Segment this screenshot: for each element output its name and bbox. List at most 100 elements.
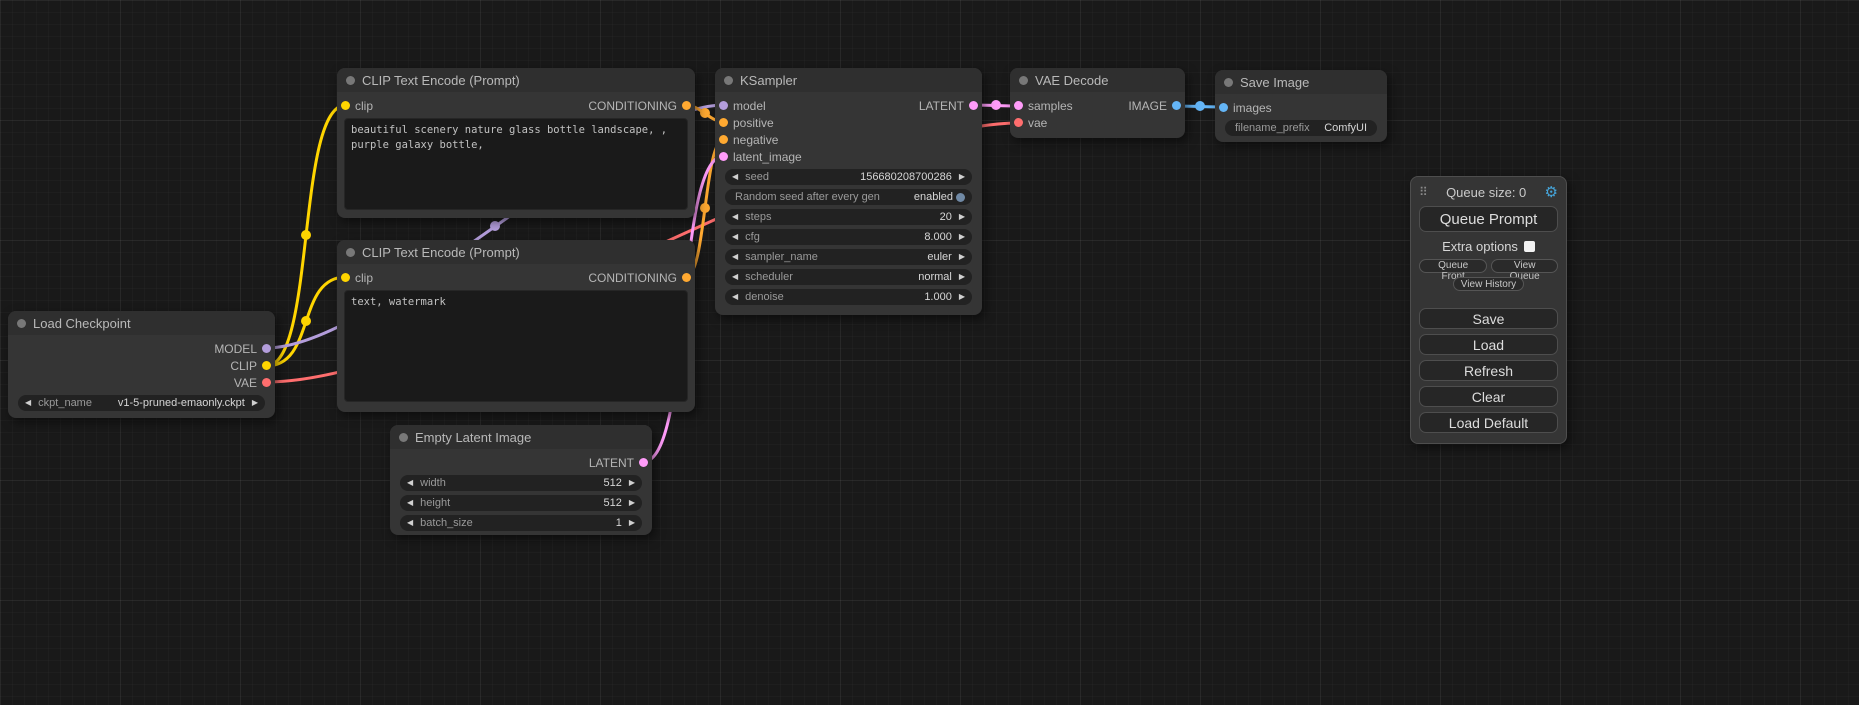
slot-dot-clip-input[interactable]	[341, 101, 350, 110]
slot-dot-samples-input[interactable]	[1014, 101, 1023, 110]
widget-label: Random seed after every gen	[735, 191, 880, 203]
load-button[interactable]: Load	[1419, 334, 1558, 355]
slot-dot-images-input[interactable]	[1219, 103, 1228, 112]
slot-dot-negative-input[interactable]	[719, 135, 728, 144]
decrement-arrow-icon[interactable]: ◀	[732, 269, 738, 285]
node-title-bar[interactable]: CLIP Text Encode (Prompt)	[337, 240, 695, 264]
increment-arrow-icon[interactable]: ▶	[959, 249, 965, 265]
slot-dot-latent[interactable]	[639, 458, 648, 467]
slot-dot-model[interactable]	[262, 344, 271, 353]
widget-filename-prefix[interactable]: filename_prefix ComfyUI	[1225, 120, 1377, 136]
node-title-bar[interactable]: Empty Latent Image	[390, 425, 652, 449]
view-history-button[interactable]: View History	[1453, 277, 1524, 291]
prompt-textarea[interactable]: beautiful scenery nature glass bottle la…	[344, 118, 688, 210]
settings-gear-icon[interactable]: ⚙	[1545, 183, 1558, 201]
increment-arrow-icon[interactable]: ▶	[959, 209, 965, 225]
node-title-bar[interactable]: VAE Decode	[1010, 68, 1185, 92]
widget-value: v1-5-pruned-emaonly.ckpt	[118, 397, 245, 409]
input-slot-latent-image: latent_image	[715, 148, 982, 165]
slot-dot-model-input[interactable]	[719, 101, 728, 110]
save-button[interactable]: Save	[1419, 308, 1558, 329]
decrement-arrow-icon[interactable]: ◀	[407, 515, 413, 531]
view-queue-button[interactable]: View Queue	[1491, 259, 1558, 273]
slot-dot-conditioning-output[interactable]	[682, 101, 691, 110]
decrement-arrow-icon[interactable]: ◀	[732, 169, 738, 185]
slot-dot-clip-input[interactable]	[341, 273, 350, 282]
decrement-arrow-icon[interactable]: ◀	[407, 495, 413, 511]
refresh-button[interactable]: Refresh	[1419, 360, 1558, 381]
increment-arrow-icon[interactable]: ▶	[959, 269, 965, 285]
node-clip-text-encode-negative[interactable]: CLIP Text Encode (Prompt) clip CONDITION…	[337, 240, 695, 412]
decrement-arrow-icon[interactable]: ◀	[732, 229, 738, 245]
slot-dot-positive-input[interactable]	[719, 118, 728, 127]
widget-value: 512	[603, 477, 621, 489]
increment-arrow-icon[interactable]: ▶	[629, 515, 635, 531]
widget-random-seed-toggle[interactable]: Random seed after every gen enabled	[725, 189, 972, 205]
extra-options-checkbox[interactable]	[1524, 241, 1535, 252]
toggle-indicator-icon[interactable]	[956, 193, 965, 202]
increment-arrow-icon[interactable]: ▶	[629, 495, 635, 511]
node-title: KSampler	[740, 73, 797, 88]
decrement-arrow-icon[interactable]: ◀	[407, 475, 413, 491]
collapse-dot-icon[interactable]	[346, 248, 355, 257]
node-title-bar[interactable]: KSampler	[715, 68, 982, 92]
widget-denoise[interactable]: ◀ denoise 1.000 ▶	[725, 289, 972, 305]
increment-arrow-icon[interactable]: ▶	[959, 169, 965, 185]
widget-seed[interactable]: ◀ seed 156680208700286 ▶	[725, 169, 972, 185]
slot-dot-clip[interactable]	[262, 361, 271, 370]
link-midpoint-dot	[301, 230, 311, 240]
widget-width[interactable]: ◀ width 512 ▶	[400, 475, 642, 491]
increment-arrow-icon[interactable]: ▶	[252, 395, 258, 411]
slot-dot-latent-output[interactable]	[969, 101, 978, 110]
slot-dot-vae[interactable]	[262, 378, 271, 387]
slot-label: clip	[355, 271, 373, 285]
widget-cfg[interactable]: ◀ cfg 8.000 ▶	[725, 229, 972, 245]
widget-batch-size[interactable]: ◀ batch_size 1 ▶	[400, 515, 642, 531]
queue-prompt-button[interactable]: Queue Prompt	[1419, 206, 1558, 232]
widget-sampler-name[interactable]: ◀ sampler_name euler ▶	[725, 249, 972, 265]
drag-handle-icon[interactable]: ⠿	[1419, 185, 1428, 199]
widget-scheduler[interactable]: ◀ scheduler normal ▶	[725, 269, 972, 285]
increment-arrow-icon[interactable]: ▶	[959, 229, 965, 245]
widget-ckpt-name[interactable]: ◀ ckpt_name v1-5-pruned-emaonly.ckpt ▶	[18, 395, 265, 411]
node-empty-latent-image[interactable]: Empty Latent Image LATENT ◀ width 512 ▶ …	[390, 425, 652, 535]
collapse-dot-icon[interactable]	[724, 76, 733, 85]
node-ksampler[interactable]: KSampler model LATENT positive negative …	[715, 68, 982, 315]
prompt-textarea[interactable]: text, watermark	[344, 290, 688, 402]
increment-arrow-icon[interactable]: ▶	[959, 289, 965, 305]
input-slot-negative: negative	[715, 131, 982, 148]
increment-arrow-icon[interactable]: ▶	[629, 475, 635, 491]
widget-value: euler	[927, 251, 951, 263]
slot-row: samples IMAGE	[1010, 97, 1185, 114]
node-title-bar[interactable]: Load Checkpoint	[8, 311, 275, 335]
slot-label: images	[1233, 101, 1272, 115]
collapse-dot-icon[interactable]	[17, 319, 26, 328]
slot-dot-latent-image-input[interactable]	[719, 152, 728, 161]
slot-dot-image-output[interactable]	[1172, 101, 1181, 110]
collapse-dot-icon[interactable]	[399, 433, 408, 442]
widget-steps[interactable]: ◀ steps 20 ▶	[725, 209, 972, 225]
node-graph-canvas[interactable]: Load Checkpoint MODEL CLIP VAE ◀ ckpt_na…	[0, 0, 1859, 705]
slot-dot-vae-input[interactable]	[1014, 118, 1023, 127]
node-title-bar[interactable]: CLIP Text Encode (Prompt)	[337, 68, 695, 92]
widget-height[interactable]: ◀ height 512 ▶	[400, 495, 642, 511]
queue-front-button[interactable]: Queue Front	[1419, 259, 1487, 273]
node-vae-decode[interactable]: VAE Decode samples IMAGE vae	[1010, 68, 1185, 138]
collapse-dot-icon[interactable]	[346, 76, 355, 85]
collapse-dot-icon[interactable]	[1019, 76, 1028, 85]
decrement-arrow-icon[interactable]: ◀	[732, 209, 738, 225]
link-midpoint-dot	[1195, 101, 1205, 111]
slot-dot-conditioning-output[interactable]	[682, 273, 691, 282]
clear-button[interactable]: Clear	[1419, 386, 1558, 407]
queue-size-label: Queue size: 0	[1428, 185, 1545, 200]
node-title-bar[interactable]: Save Image	[1215, 70, 1387, 94]
node-clip-text-encode-positive[interactable]: CLIP Text Encode (Prompt) clip CONDITION…	[337, 68, 695, 218]
node-load-checkpoint[interactable]: Load Checkpoint MODEL CLIP VAE ◀ ckpt_na…	[8, 311, 275, 418]
decrement-arrow-icon[interactable]: ◀	[25, 395, 31, 411]
decrement-arrow-icon[interactable]: ◀	[732, 289, 738, 305]
decrement-arrow-icon[interactable]: ◀	[732, 249, 738, 265]
link-midpoint-dot	[991, 100, 1001, 110]
node-save-image[interactable]: Save Image images filename_prefix ComfyU…	[1215, 70, 1387, 142]
load-default-button[interactable]: Load Default	[1419, 412, 1558, 433]
collapse-dot-icon[interactable]	[1224, 78, 1233, 87]
